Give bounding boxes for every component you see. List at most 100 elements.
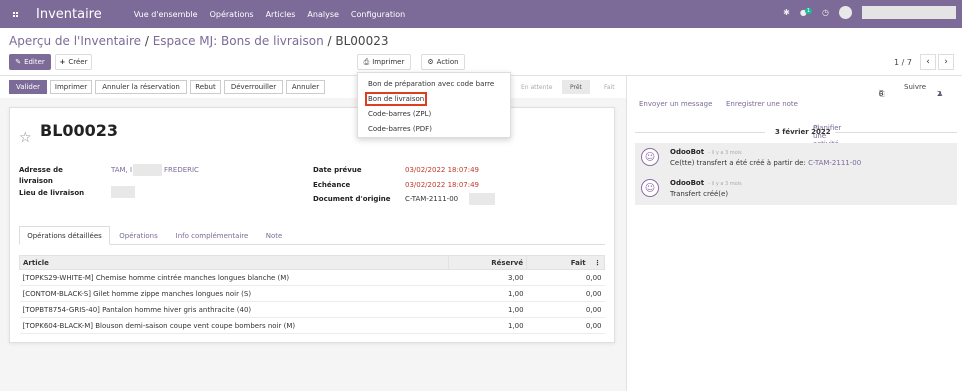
menu-products[interactable]: Articles (266, 10, 296, 19)
print-delivery-slip-item[interactable]: Bon de livraison (364, 92, 428, 106)
delivery-address-label-l1: Adresse de (19, 166, 63, 174)
message-body: Transfert créé(e) (670, 190, 729, 198)
table-header-row: Article Réservé Fait ⋮ (18, 255, 605, 270)
print-barcode-pdf-item[interactable]: Code-barres (PDF) (368, 125, 432, 133)
print-barcode-zpl-item[interactable]: Code-barres (ZPL) (368, 110, 431, 118)
table-row[interactable]: [TOPKS29-WHITE-M] Chemise homme cintrée … (19, 269, 605, 286)
form-statusbar: Valider Imprimer Annuler la réservation … (0, 76, 626, 98)
print-picking-barcode-item[interactable]: Bon de préparation avec code barre (368, 80, 494, 88)
delivery-location-label: Lieu de livraison (19, 189, 85, 197)
activity-clock-icon[interactable]: ◷ (822, 8, 829, 17)
record-title: BL00023 (40, 121, 119, 140)
column-article[interactable]: Article (18, 255, 450, 270)
cancel-button[interactable]: Annuler (286, 80, 325, 94)
bug-icon[interactable]: ✱ (783, 8, 790, 17)
redacted-partner (133, 164, 162, 176)
stage-ready[interactable]: Prêt (562, 80, 590, 94)
main-menu: Vue d'ensemble Opérations Articles Analy… (134, 10, 405, 19)
menu-overview[interactable]: Vue d'ensemble (134, 10, 198, 19)
chevron-right-icon: › (944, 57, 948, 67)
messages-icon[interactable]: ●1 (800, 8, 813, 17)
validate-button[interactable]: Valider (9, 80, 47, 94)
scheduled-date-label: Date prévue (313, 166, 362, 174)
message-origin-link[interactable]: C-TAM-2111-00 (808, 159, 861, 167)
odoobot-avatar: ☺ (641, 148, 659, 166)
print-button[interactable]: Imprimer (50, 80, 92, 94)
form-notebook: Opérations détaillées Opérations Info co… (19, 226, 605, 245)
tab-operations[interactable]: Opérations (112, 226, 165, 245)
stage-waiting[interactable]: En attente (521, 80, 552, 94)
menu-operations[interactable]: Opérations (210, 10, 254, 19)
table-row[interactable]: [CONTOM-BLACK-S] Gilet homme zippe manch… (19, 285, 605, 302)
menu-reporting[interactable]: Analyse (307, 10, 339, 19)
column-options-icon[interactable]: ⋮ (594, 259, 601, 267)
redacted-location (111, 186, 135, 198)
chatter-message: ☺ OdooBot - il y a 3 mois Transfert créé(… (635, 174, 957, 205)
row-reserved: 1,00 (448, 301, 527, 318)
menu-configuration[interactable]: Configuration (351, 10, 405, 19)
row-done: 0,00 (526, 301, 605, 318)
chevron-left-icon: ‹ (926, 57, 930, 67)
redacted-origin (469, 193, 495, 205)
unlock-button[interactable]: Déverrouiller (224, 80, 283, 94)
tab-additional-info[interactable]: Info complémentaire (169, 226, 255, 245)
odoobot-avatar: ☺ (641, 179, 659, 197)
create-button[interactable]: + Créer (55, 54, 92, 70)
gear-icon: ⚙ (427, 58, 434, 66)
follow-button[interactable]: Suivre (904, 83, 926, 91)
tab-note[interactable]: Note (259, 226, 289, 245)
print-dropdown-menu: Bon de préparation avec code barre Bon d… (357, 72, 511, 138)
user-avatar[interactable] (839, 6, 852, 19)
row-article: [TOPBT8754-GRIS-40] Pantalon homme hiver… (19, 301, 449, 318)
tab-detailed-operations[interactable]: Opérations détaillées (19, 226, 110, 245)
print-dropdown-button[interactable]: ⎙ Imprimer (357, 54, 411, 70)
row-reserved: 1,00 (448, 285, 527, 302)
log-note-button[interactable]: Enregistrer une note (726, 100, 798, 108)
action-dropdown-button[interactable]: ⚙ Action (421, 54, 465, 70)
edit-button[interactable]: ✎ Editer (9, 54, 51, 70)
message-body: Ce(tte) transfert a été créé à partir de… (670, 159, 862, 167)
pager-previous-button[interactable]: ‹ (920, 54, 936, 70)
date-separator-text: 3 février 2022 (775, 128, 831, 136)
message-author[interactable]: OdooBot (670, 148, 704, 156)
origin-label: Document d'origine (313, 195, 391, 203)
message-author[interactable]: OdooBot (670, 179, 704, 187)
chatter-message: ☺ OdooBot - il y a 3 mois Ce(tte) transfe… (635, 143, 957, 174)
favorite-star-icon[interactable]: ☆ (19, 130, 32, 146)
unreserve-button[interactable]: Annuler la réservation (95, 80, 187, 94)
plus-icon: + (59, 58, 66, 66)
breadcrumb-delivery-orders[interactable]: Espace MJ: Bons de livraison (153, 34, 324, 48)
messages-badge: 1 (804, 8, 813, 14)
row-reserved: 3,00 (448, 269, 527, 286)
app-brand[interactable]: Inventaire (36, 7, 102, 22)
pager-next-button[interactable]: › (938, 54, 954, 70)
pager-value[interactable]: 1 / 7 (894, 58, 912, 67)
table-row[interactable]: [TOPBT8754-GRIS-40] Pantalon homme hiver… (19, 301, 605, 318)
partner-first-name[interactable]: TAM, I (111, 166, 132, 174)
navbar-systray: ✱ ●1 ◷ (783, 6, 956, 19)
partner-last-name[interactable]: FREDERIC (164, 166, 199, 174)
table-row[interactable]: [TOPK604-BLACK-M] Blouson demi-saison co… (19, 317, 605, 334)
origin-value: C-TAM-2111-00 (405, 195, 459, 203)
top-navbar: Inventaire Vue d'ensemble Opérations Art… (0, 0, 962, 28)
column-done[interactable]: Fait ⋮ (526, 255, 605, 270)
row-article: [TOPK604-BLACK-M] Blouson demi-saison co… (19, 317, 449, 334)
date-separator: 3 février 2022 (635, 128, 957, 137)
row-article: [TOPKS29-WHITE-M] Chemise homme cintrée … (19, 269, 449, 286)
send-message-button[interactable]: Envoyer un message (639, 100, 712, 108)
deadline-value: 03/02/2022 18:07:49 (405, 181, 480, 189)
row-done: 0,00 (526, 269, 605, 286)
apps-menu-icon[interactable] (0, 11, 30, 17)
stage-done[interactable]: Fait (604, 80, 615, 94)
edit-icon: ✎ (15, 58, 22, 66)
row-reserved: 1,00 (448, 317, 527, 334)
user-name-box[interactable] (862, 6, 956, 19)
row-done: 0,00 (526, 285, 605, 302)
column-reserved[interactable]: Réservé (448, 255, 528, 270)
breadcrumb: Aperçu de l'Inventaire / Espace MJ: Bons… (9, 34, 389, 48)
scrap-button[interactable]: Rebut (190, 80, 221, 94)
delivery-address-label-l2: livraison (19, 177, 53, 185)
row-done: 0,00 (526, 317, 605, 334)
chatter-panel: ⎘ 0 Suivre ♟ 2 Envoyer un message Enregist… (626, 76, 962, 391)
breadcrumb-inventory-overview[interactable]: Aperçu de l'Inventaire (9, 34, 141, 48)
